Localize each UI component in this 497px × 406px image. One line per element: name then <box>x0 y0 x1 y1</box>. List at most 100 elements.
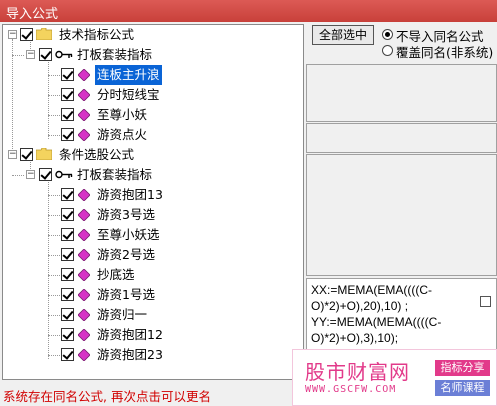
tree-item-label: 游资3号选 <box>97 207 155 222</box>
tree-line <box>48 255 60 256</box>
item-checkbox[interactable] <box>61 88 74 101</box>
tree-item[interactable]: 游资2号选 <box>3 245 303 265</box>
tree-item[interactable]: 游资3号选 <box>3 205 303 225</box>
formula-icon <box>78 209 90 221</box>
tree-line <box>48 235 60 236</box>
tree-line <box>48 295 60 296</box>
item-checkbox[interactable] <box>61 308 74 321</box>
code-line: O)*2)+O),3),10); <box>311 331 399 345</box>
tree-item[interactable]: 至尊小妖 <box>3 105 303 125</box>
tree-item-label: 游资归一 <box>97 307 148 322</box>
item-checkbox[interactable] <box>61 68 74 81</box>
tree-item-label: 游资抱团12 <box>97 327 163 342</box>
formula-icon <box>78 69 90 81</box>
formula-icon <box>78 189 90 201</box>
tree-item[interactable]: 分时短线宝 <box>3 85 303 105</box>
tree-subgroup-2[interactable]: − 打板套装指标 <box>3 165 303 185</box>
collapse-icon[interactable]: − <box>26 50 35 59</box>
item-checkbox[interactable] <box>61 188 74 201</box>
tree-subgroup-label: 打板套装指标 <box>77 167 153 182</box>
code-line: O)*2)+O),20),10) ; <box>311 299 409 313</box>
tree-subgroup-label: 打板套装指标 <box>77 47 153 62</box>
tree-line <box>48 275 60 276</box>
group-checkbox[interactable] <box>20 28 33 41</box>
formula-icon <box>78 269 90 281</box>
formula-icon <box>78 229 90 241</box>
collapse-icon[interactable]: − <box>8 30 17 39</box>
title-bar: 导入公式 <box>0 0 497 22</box>
watermark-url: WWW.GSCFW.COM <box>305 384 397 395</box>
key-icon <box>55 50 73 59</box>
tree-line <box>48 115 60 116</box>
item-checkbox[interactable] <box>61 228 74 241</box>
radio-overwrite[interactable] <box>382 45 393 56</box>
tree-subgroup-1[interactable]: − 打板套装指标 <box>3 45 303 65</box>
tree-item-label: 游资1号选 <box>97 287 155 302</box>
item-checkbox[interactable] <box>61 208 74 221</box>
radio-overwrite-label[interactable]: 覆盖同名(非系统) <box>396 42 493 61</box>
formula-icon <box>78 329 90 341</box>
code-line: YY:=MEMA(MEMA((((C- <box>311 315 442 329</box>
tree-line <box>48 195 60 196</box>
tree-item-label: 游资抱团13 <box>97 187 163 202</box>
subgroup-checkbox[interactable] <box>39 168 52 181</box>
tree-line <box>48 75 60 76</box>
info-panel-lower <box>306 154 497 276</box>
tree-item-label: 分时短线宝 <box>97 87 160 102</box>
folder-icon <box>36 28 52 40</box>
formula-icon <box>78 309 90 321</box>
tree-group-selection[interactable]: − 条件选股公式 <box>3 145 303 165</box>
formula-icon <box>78 349 90 361</box>
tree-item-label: 游资2号选 <box>97 247 155 262</box>
group-checkbox[interactable] <box>20 148 33 161</box>
tree-item-label: 抄底选 <box>97 267 135 282</box>
tree-line <box>48 95 60 96</box>
item-checkbox[interactable] <box>61 348 74 361</box>
radio-no-import[interactable] <box>382 29 393 40</box>
formula-icon <box>78 129 90 141</box>
tree-item-label: 连板主升浪 <box>94 64 163 86</box>
formula-icon <box>78 249 90 261</box>
tree-item[interactable]: 连板主升浪 <box>3 64 303 86</box>
item-checkbox[interactable] <box>61 108 74 121</box>
window-title: 导入公式 <box>6 7 59 22</box>
formula-icon <box>78 109 90 121</box>
watermark-tag-share: 指标分享 <box>435 360 490 376</box>
item-checkbox[interactable] <box>61 288 74 301</box>
tree-item-label: 游资抱团23 <box>97 347 163 362</box>
tree-item[interactable]: 游资归一 <box>3 305 303 325</box>
tree-item[interactable]: 游资点火 <box>3 125 303 145</box>
formula-tree[interactable]: − 技术指标公式 − 打板套装指标 连板主升浪 分时短线宝 至尊小妖 游资点火 … <box>2 24 304 380</box>
collapse-icon[interactable]: − <box>26 170 35 179</box>
tree-item[interactable]: 至尊小妖选 <box>3 225 303 245</box>
tree-line <box>48 135 60 136</box>
formula-icon <box>78 89 90 101</box>
tree-item[interactable]: 游资抱团12 <box>3 325 303 345</box>
tree-group-label: 条件选股公式 <box>59 147 135 162</box>
item-checkbox[interactable] <box>61 248 74 261</box>
tree-item-label: 游资点火 <box>97 127 148 142</box>
tree-line <box>12 175 24 176</box>
info-panel-middle <box>306 123 497 153</box>
tree-line <box>48 315 60 316</box>
tree-item-label: 至尊小妖选 <box>97 227 160 242</box>
collapse-icon[interactable]: − <box>8 150 17 159</box>
code-checkbox[interactable] <box>480 296 491 307</box>
tree-item[interactable]: 游资1号选 <box>3 285 303 305</box>
tree-group-technical[interactable]: − 技术指标公式 <box>3 25 303 45</box>
tree-line <box>48 355 60 356</box>
key-icon <box>55 170 73 179</box>
item-checkbox[interactable] <box>61 128 74 141</box>
status-message: 系统存在同名公式, 再次点击可以更名 <box>3 389 211 404</box>
tree-line <box>48 215 60 216</box>
code-line: XX:=MEMA(EMA((((C- <box>311 283 432 297</box>
subgroup-checkbox[interactable] <box>39 48 52 61</box>
tree-item[interactable]: 游资抱团13 <box>3 185 303 205</box>
watermark-logo: 股市财富网 WWW.GSCFW.COM 指标分享 名师课程 <box>292 349 497 406</box>
tree-line <box>48 335 60 336</box>
select-all-button[interactable]: 全部选中 <box>312 25 374 45</box>
item-checkbox[interactable] <box>61 268 74 281</box>
item-checkbox[interactable] <box>61 328 74 341</box>
tree-item[interactable]: 游资抱团23 <box>3 345 303 365</box>
tree-item[interactable]: 抄底选 <box>3 265 303 285</box>
